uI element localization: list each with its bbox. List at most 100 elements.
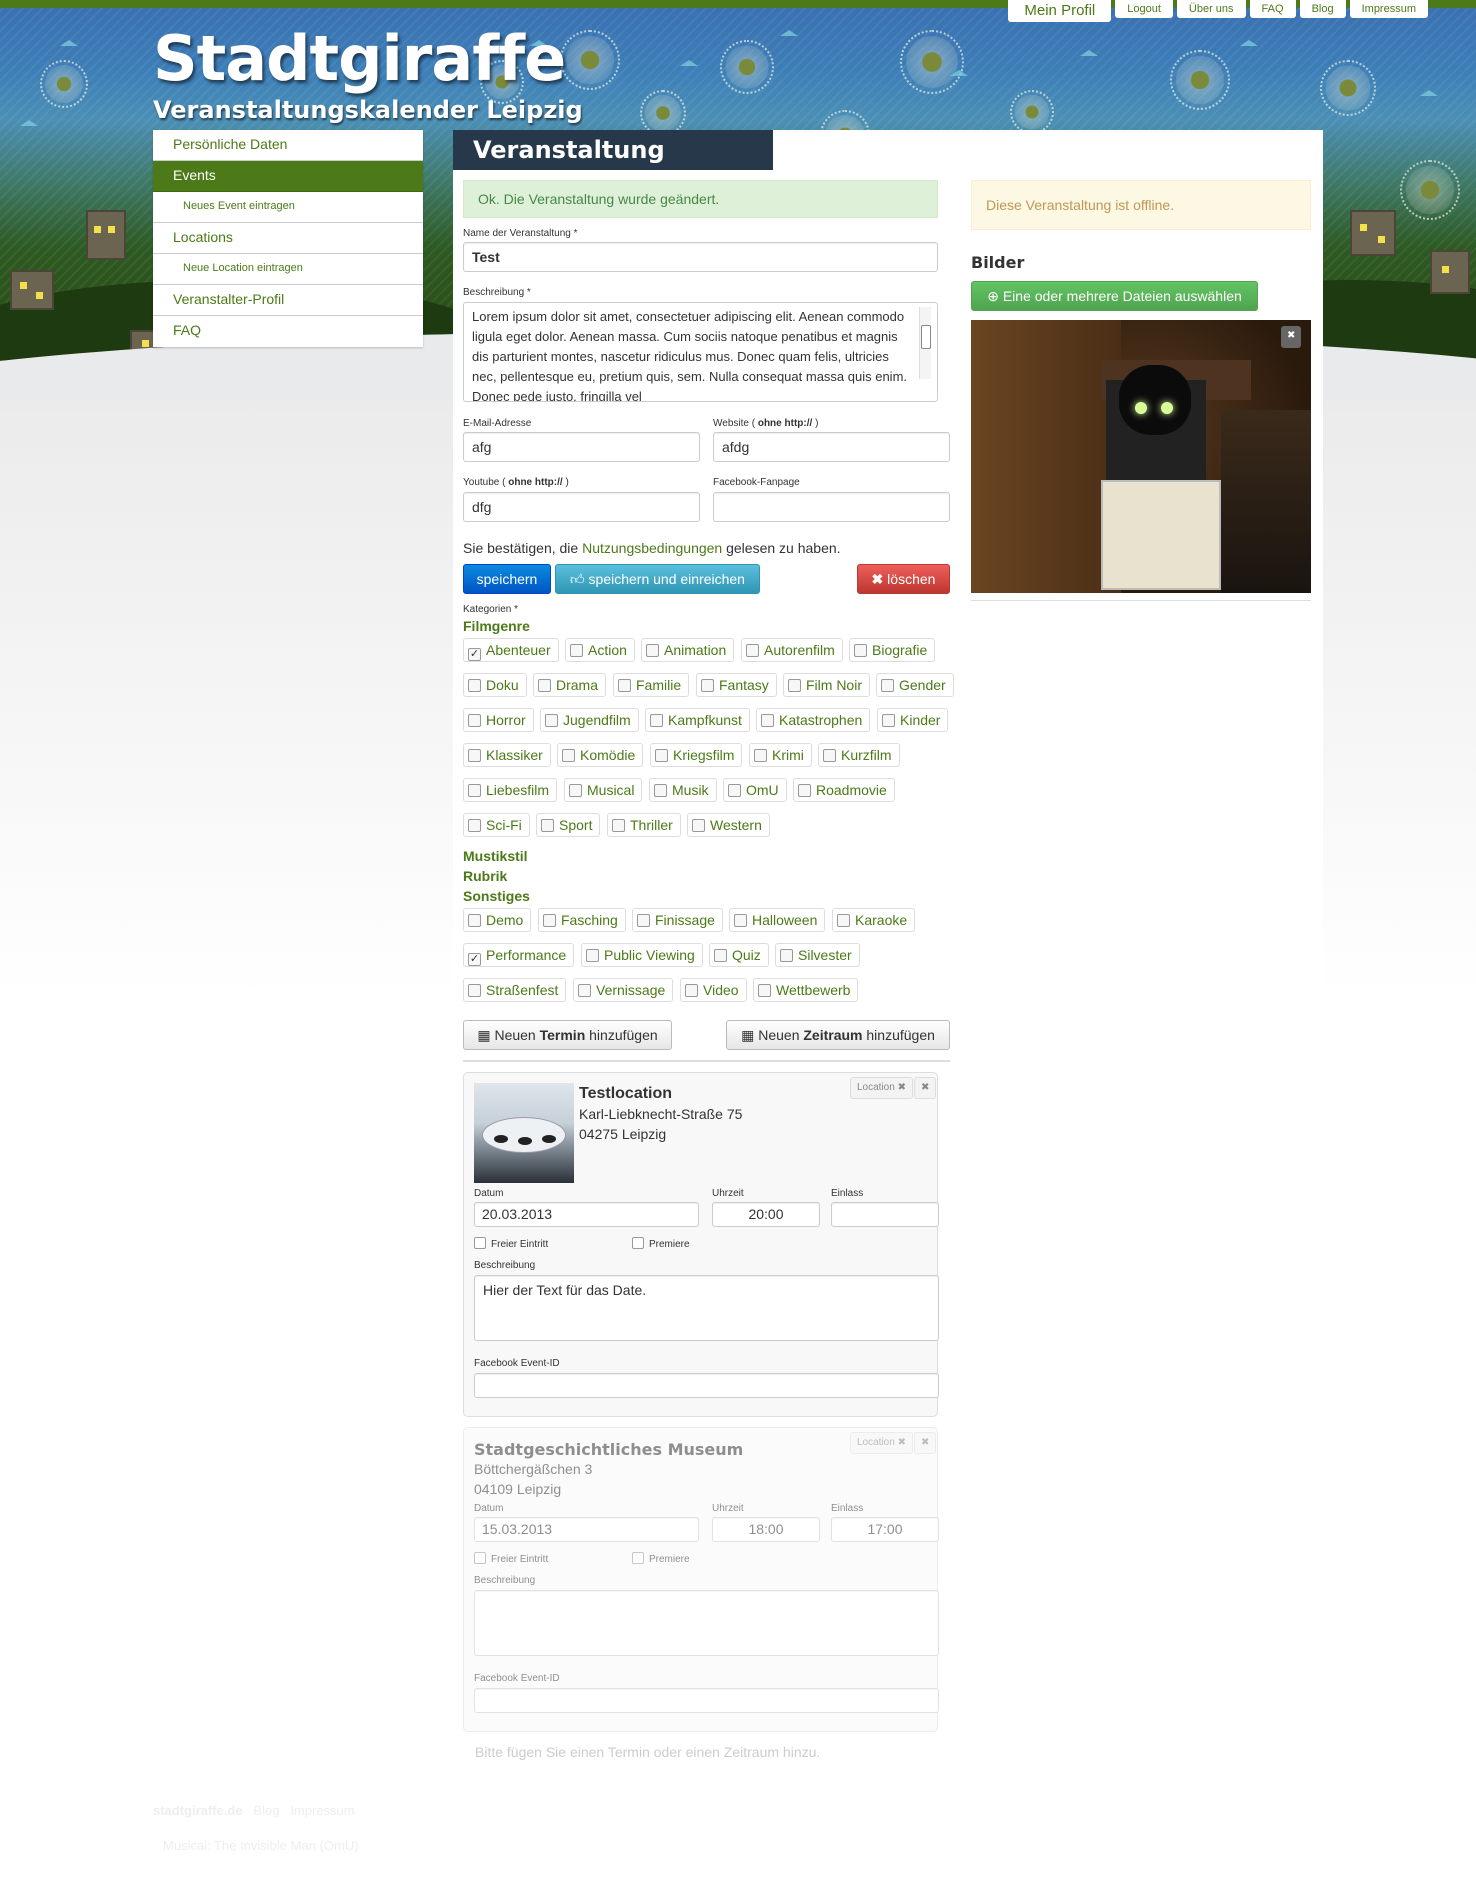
nav-faq[interactable]: FAQ xyxy=(1249,0,1296,18)
delete-button[interactable]: ✖ löschen xyxy=(857,564,950,594)
category-checkbox[interactable]: Wettbewerb xyxy=(753,978,859,1002)
sidebar: Persönliche Daten Events Neues Event ein… xyxy=(153,130,423,347)
date-input[interactable]: 20.03.2013 xyxy=(474,1202,699,1227)
youtube-input[interactable]: dfg xyxy=(463,492,700,522)
category-checkbox[interactable]: Quiz xyxy=(709,943,769,967)
footer-ticker[interactable]: Musical: The Invisible Man (OmU) xyxy=(153,1838,359,1853)
category-checkbox[interactable]: Krimi xyxy=(749,743,812,767)
date-description-textarea[interactable] xyxy=(474,1590,939,1656)
location-remove-button[interactable]: Location ✖ xyxy=(850,1077,913,1099)
category-checkbox[interactable]: Fasching xyxy=(538,908,626,932)
terms-link[interactable]: Nutzungsbedingungen xyxy=(582,540,722,556)
add-date-button[interactable]: ▦ Neuen Termin hinzufügen xyxy=(463,1020,672,1050)
category-checkbox[interactable]: Kampfkunst xyxy=(645,708,750,732)
category-checkbox[interactable]: Roadmovie xyxy=(793,778,895,802)
category-checkbox[interactable]: Demo xyxy=(463,908,532,932)
date-remove-button[interactable]: ✖ xyxy=(914,1077,937,1099)
premiere-checkbox[interactable]: Premiere xyxy=(632,1552,690,1565)
nav-my-profile[interactable]: Mein Profil xyxy=(1008,0,1112,22)
nav-impressum[interactable]: Impressum xyxy=(1349,0,1428,18)
category-checkbox[interactable]: Jugendfilm xyxy=(540,708,639,732)
footer-link-impressum[interactable]: Impressum xyxy=(290,1803,354,1818)
footer-link-blog[interactable]: Blog xyxy=(253,1803,279,1818)
category-checkbox[interactable]: Drama xyxy=(533,673,607,697)
thumbs-up-icon: 👍︎ xyxy=(570,571,585,587)
category-checkbox[interactable]: Liebesfilm xyxy=(463,778,558,802)
category-checkbox[interactable]: Klassiker xyxy=(463,743,551,767)
email-input[interactable]: afg xyxy=(463,432,700,462)
category-checkbox[interactable]: Vernissage xyxy=(573,978,674,1002)
add-range-button[interactable]: ▦ Neuen Zeitraum hinzufügen xyxy=(726,1020,950,1050)
entry-input[interactable] xyxy=(831,1202,939,1227)
category-checkbox[interactable]: Straßenfest xyxy=(463,978,567,1002)
footer-link-home[interactable]: stadtgiraffe.de xyxy=(153,1803,243,1818)
category-checkbox[interactable]: Kinder xyxy=(877,708,949,732)
textarea-scrollbar[interactable] xyxy=(919,307,931,379)
location-remove-button[interactable]: Location ✖ xyxy=(850,1432,913,1454)
date-description-label: Beschreibung xyxy=(474,1575,536,1586)
category-checkbox[interactable]: Musical xyxy=(564,778,643,802)
category-checkbox[interactable]: Autorenfilm xyxy=(741,638,843,662)
fb-event-input[interactable] xyxy=(474,1373,939,1398)
category-checkbox[interactable]: Musik xyxy=(649,778,717,802)
sidebar-item-new-event[interactable]: Neues Event eintragen xyxy=(153,192,423,223)
category-checkbox[interactable]: Film Noir xyxy=(783,673,870,697)
category-checkbox[interactable]: Silvester xyxy=(775,943,860,967)
category-checkbox[interactable]: Familie xyxy=(613,673,690,697)
date-description-textarea[interactable]: Hier der Text für das Date. xyxy=(474,1275,939,1341)
premiere-checkbox[interactable]: Premiere xyxy=(632,1237,690,1250)
save-button[interactable]: speichern xyxy=(463,564,551,594)
location-city: 04275 Leipzig xyxy=(579,1126,667,1142)
category-checkbox[interactable]: Kriegsfilm xyxy=(650,743,743,767)
save-submit-button[interactable]: 👍︎ speichern und einreichen xyxy=(555,564,760,594)
sidebar-item-new-location[interactable]: Neue Location eintragen xyxy=(153,254,423,285)
upload-files-button[interactable]: ⊕ Eine oder mehrere Dateien auswählen xyxy=(971,281,1258,311)
category-checkbox[interactable]: Sci-Fi xyxy=(463,813,530,837)
checkbox-icon xyxy=(538,679,551,692)
site-title[interactable]: Stadtgiraffe xyxy=(153,22,566,95)
category-checkbox[interactable]: ✓ Abenteuer xyxy=(463,638,559,662)
category-checkbox[interactable]: Finissage xyxy=(632,908,723,932)
category-checkbox[interactable]: Gender xyxy=(876,673,954,697)
category-checkbox[interactable]: OmU xyxy=(723,778,787,802)
event-name-input[interactable]: Test xyxy=(463,242,938,272)
category-checkbox[interactable]: Animation xyxy=(641,638,735,662)
category-checkbox[interactable]: Biografie xyxy=(849,638,936,662)
sidebar-item-events[interactable]: Events xyxy=(153,161,423,192)
category-checkbox[interactable]: Horror xyxy=(463,708,534,732)
category-checkbox[interactable]: Western xyxy=(687,813,770,837)
description-textarea[interactable]: Lorem ipsum dolor sit amet, consectetuer… xyxy=(463,302,938,402)
category-checkbox[interactable]: Public Viewing xyxy=(581,943,703,967)
category-checkbox[interactable]: Video xyxy=(680,978,747,1002)
sidebar-item-faq[interactable]: FAQ xyxy=(153,316,423,347)
time-input[interactable]: 20:00 xyxy=(712,1202,820,1227)
fb-event-input[interactable] xyxy=(474,1688,939,1713)
category-checkbox[interactable]: Sport xyxy=(536,813,601,837)
category-checkbox[interactable]: Karaoke xyxy=(832,908,916,932)
category-checkbox[interactable]: Fantasy xyxy=(696,673,777,697)
checkbox-icon xyxy=(798,784,811,797)
category-checkbox[interactable]: Thriller xyxy=(607,813,681,837)
time-input[interactable]: 18:00 xyxy=(712,1517,820,1542)
website-input[interactable]: afdg xyxy=(713,432,950,462)
nav-blog[interactable]: Blog xyxy=(1299,0,1346,18)
category-checkbox[interactable]: Komödie xyxy=(557,743,644,767)
sidebar-item-organizer-profile[interactable]: Veranstalter-Profil xyxy=(153,285,423,316)
nav-logout[interactable]: Logout xyxy=(1115,0,1173,18)
category-checkbox[interactable]: Halloween xyxy=(729,908,826,932)
sidebar-item-personal-data[interactable]: Persönliche Daten xyxy=(153,130,423,161)
free-entry-checkbox[interactable]: Freier Eintritt xyxy=(474,1237,548,1250)
category-checkbox[interactable]: Katastrophen xyxy=(756,708,871,732)
facebook-input[interactable] xyxy=(713,492,950,522)
nav-about[interactable]: Über uns xyxy=(1176,0,1246,18)
date-remove-button[interactable]: ✖ xyxy=(914,1432,937,1454)
entry-input[interactable]: 17:00 xyxy=(831,1517,939,1542)
free-entry-checkbox[interactable]: Freier Eintritt xyxy=(474,1552,548,1565)
remove-image-button[interactable]: ✖ xyxy=(1281,326,1302,348)
sidebar-item-locations[interactable]: Locations xyxy=(153,223,423,254)
category-checkbox[interactable]: Action xyxy=(565,638,635,662)
category-checkbox[interactable]: ✓ Performance xyxy=(463,943,575,967)
date-input[interactable]: 15.03.2013 xyxy=(474,1517,699,1542)
category-checkbox[interactable]: Kurzfilm xyxy=(818,743,900,767)
category-checkbox[interactable]: Doku xyxy=(463,673,527,697)
